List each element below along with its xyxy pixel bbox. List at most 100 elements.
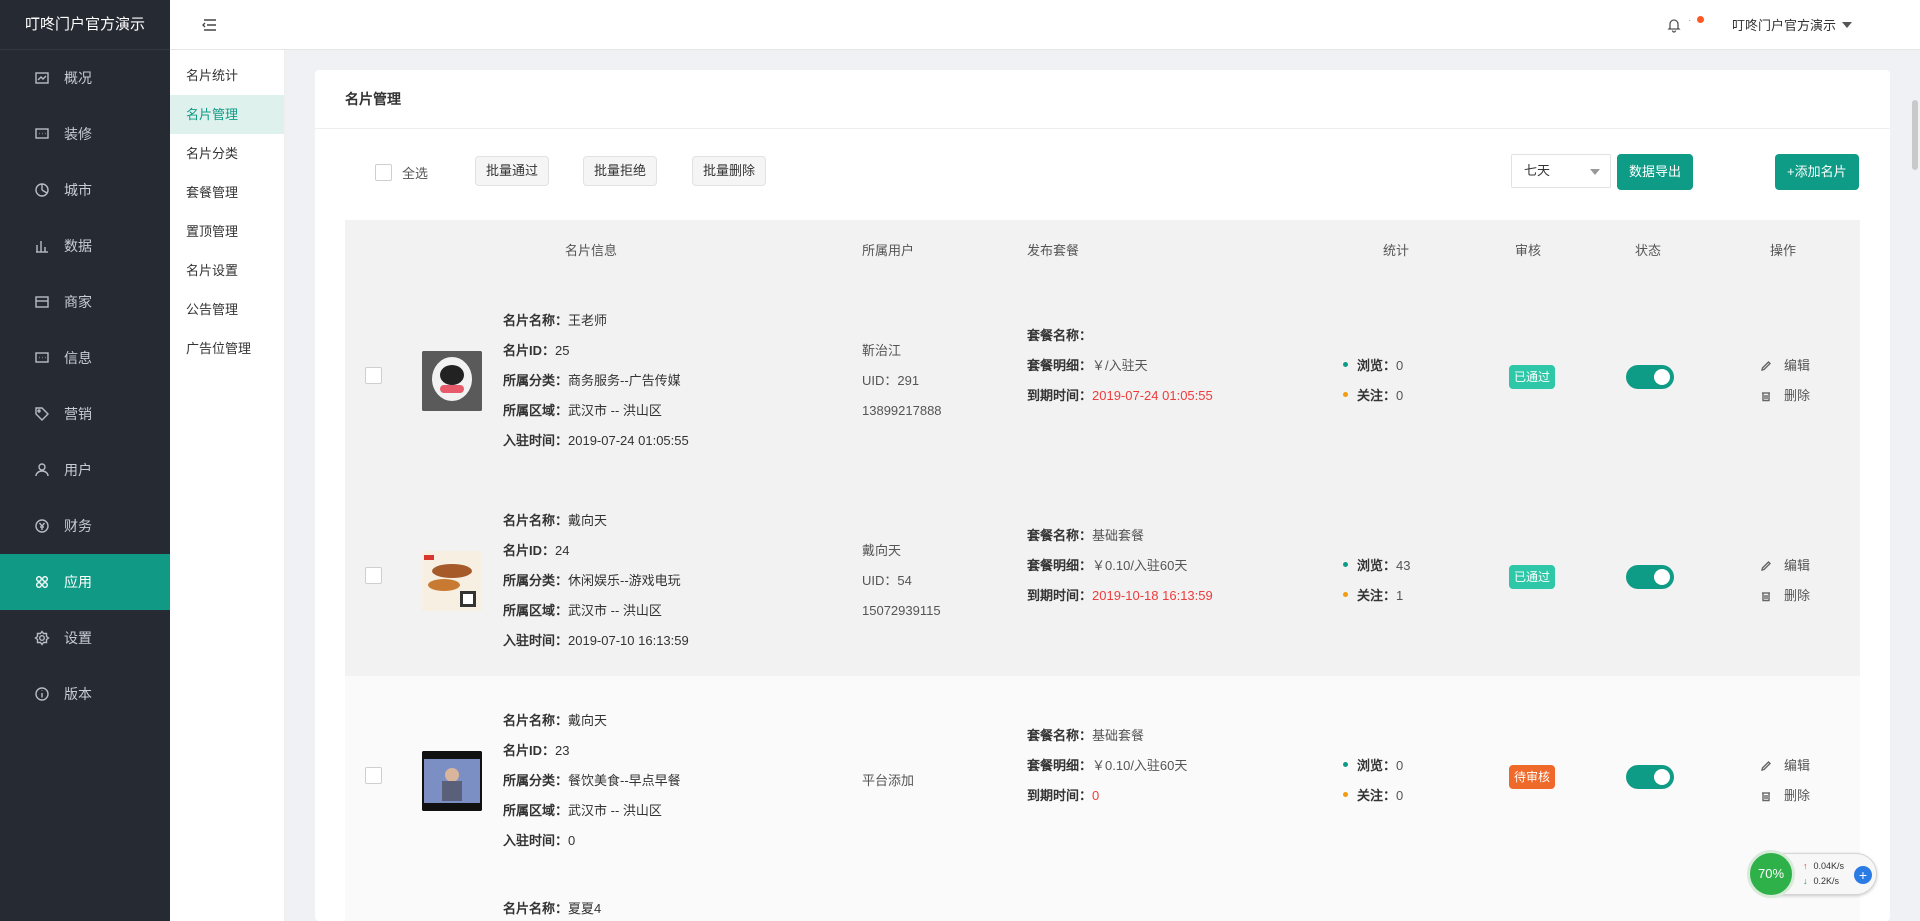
subnav-item[interactable]: 名片管理 (170, 95, 284, 134)
sidebar-item[interactable]: 城市 (0, 162, 170, 218)
content-card: 名片管理 全选 批量通过 批量拒绝 批量删除 七天 数据导出 +添加名片 名片信… (315, 70, 1890, 921)
edit-label: 编辑 (1784, 558, 1811, 573)
owner-user: 戴向天 UID：54 15072939115 (862, 536, 941, 626)
sidebar-item[interactable]: 概况 (0, 50, 170, 106)
row-checkbox[interactable] (365, 367, 382, 384)
owner-user: 平台添加 (862, 766, 914, 796)
page-scrollbar[interactable] (1912, 100, 1918, 170)
export-button[interactable]: 数据导出 (1617, 154, 1694, 190)
pencil-icon (1761, 561, 1771, 571)
delete-button[interactable]: 删除 (1760, 781, 1810, 811)
sidebar-item-label: 设置 (64, 630, 92, 646)
plan-detail: 套餐明细：￥/入驻天 (1027, 351, 1213, 381)
subnav-item[interactable]: 名片分类 (170, 134, 284, 173)
notification-dot (1697, 16, 1704, 23)
bell-icon[interactable] (1666, 17, 1682, 33)
subnav-item[interactable]: 套餐管理 (170, 173, 284, 212)
sidebar-item-label: 应用 (64, 574, 92, 590)
table-body: 靳治江 UID：291 13899217888 套餐名称： 套餐明细：￥/入驻天 到期时间… (345, 276, 1860, 921)
card-name: 名片名称：夏夏4 (503, 894, 601, 921)
delete-label: 删除 (1784, 388, 1811, 403)
status-toggle[interactable] (1626, 765, 1674, 789)
owner-user-line: UID：291 (862, 373, 920, 388)
follows-stat: 关注：0 (1343, 781, 1403, 811)
row-actions: 编辑删除 (1760, 751, 1810, 811)
card-name-label: 名片名称： (503, 313, 569, 328)
info-icon (35, 687, 49, 701)
row-checkbox[interactable] (365, 767, 382, 784)
card-joined: 入驻时间：2019-07-24 01:05:55 (503, 426, 689, 456)
plan-expire-label: 到期时间： (1027, 788, 1093, 803)
sidebar-item[interactable]: 应用 (0, 554, 170, 610)
add-card-button[interactable]: +添加名片 (1775, 154, 1859, 190)
sidebar-item-label: 装修 (64, 126, 92, 142)
plan-detail-label: 套餐明细： (1027, 758, 1093, 773)
card-joined-label: 入驻时间： (503, 833, 569, 848)
col-header-info: 名片信息 (565, 243, 618, 258)
network-speed-widget[interactable]: 70% ↑ 0.04K/s ↓ 0.2K/s + (1747, 850, 1877, 898)
plan-name-label: 套餐名称： (1027, 728, 1093, 743)
status-toggle[interactable] (1626, 565, 1674, 589)
card-region-value: 武汉市 -- 洪山区 (568, 803, 662, 818)
subnav-item[interactable]: 名片统计 (170, 56, 284, 95)
sidebar-item[interactable]: 信息 (0, 330, 170, 386)
delete-button[interactable]: 删除 (1760, 381, 1810, 411)
sidebar-item[interactable]: 版本 (0, 666, 170, 722)
yen-icon (35, 519, 49, 533)
batch-delete-button[interactable]: 批量删除 (692, 156, 767, 186)
edit-button[interactable]: 编辑 (1760, 351, 1810, 381)
sidebar-item[interactable]: 设置 (0, 610, 170, 666)
user-menu[interactable]: 叮咚门户官方演示 (1732, 15, 1853, 34)
stats: 浏览： 0 关注：0 (1343, 751, 1403, 811)
edit-button[interactable]: 编辑 (1760, 551, 1810, 581)
review-status-badge: 已通过 (1509, 565, 1556, 589)
header-separator: · (1688, 15, 1692, 26)
apps-icon (36, 576, 48, 588)
follows-dot (1343, 392, 1348, 398)
net-rates: ↑ 0.04K/s ↓ 0.2K/s (1803, 859, 1844, 889)
sidebar-item[interactable]: 财务 (0, 498, 170, 554)
follows-dot (1343, 592, 1348, 598)
delete-button[interactable]: 删除 (1760, 581, 1810, 611)
card-region-label: 所属区域： (503, 803, 569, 818)
select-all-checkbox[interactable] (375, 163, 392, 181)
period-select[interactable]: 七天 (1511, 154, 1611, 188)
col-header-ops: 操作 (1770, 243, 1797, 258)
card-info: 名片名称：王老师 名片ID：25 所属分类：商务服务--广告传媒 所属区域：武汉市 -… (503, 306, 689, 456)
follows-value: 0 (1396, 788, 1404, 803)
views-dot (1343, 762, 1348, 768)
sidebar-item[interactable]: 数据 (0, 218, 170, 274)
card-joined-value: 2019-07-10 16:13:59 (568, 633, 689, 648)
card-category-label: 所属分类： (503, 573, 569, 588)
subnav-item[interactable]: 广告位管理 (170, 329, 284, 368)
views-label: 浏览： (1357, 558, 1397, 573)
sidebar-item[interactable]: 装修 (0, 106, 170, 162)
subnav-item[interactable]: 名片设置 (170, 251, 284, 290)
batch-reject-button[interactable]: 批量拒绝 (583, 156, 658, 186)
plan-detail-value: ￥0.10/入驻60天 (1092, 558, 1188, 573)
col-header-status: 状态 (1635, 243, 1662, 258)
card-info: 名片名称：夏夏4 (503, 894, 601, 921)
main-sidebar: 叮咚门户官方演示 概况 装修 城市 数据 商家 信息 营销 用户 财务 应用 设置 版本 (0, 0, 170, 921)
subnav-item[interactable]: 置顶管理 (170, 212, 284, 251)
select-all[interactable]: 全选 (375, 154, 428, 190)
card-name-value: 戴向天 (568, 513, 608, 528)
batch-approve-button[interactable]: 批量通过 (475, 156, 550, 186)
status-toggle[interactable] (1626, 365, 1674, 389)
card-info: 名片名称：戴向天 名片ID：24 所属分类：休闲娱乐--游戏电玩 所属区域：武汉市 -… (503, 506, 689, 656)
edit-label: 编辑 (1784, 758, 1811, 773)
row-checkbox[interactable] (365, 567, 382, 584)
sidebar-item[interactable]: 营销 (0, 386, 170, 442)
views-label: 浏览： (1357, 758, 1397, 773)
edit-button[interactable]: 编辑 (1760, 751, 1810, 781)
col-header-stats: 统计 (1383, 243, 1410, 258)
card-joined: 入驻时间：2019-07-10 16:13:59 (503, 626, 689, 656)
table-row: 靳治江 UID：291 13899217888 套餐名称： 套餐明细：￥/入驻天 到期时间… (345, 276, 1860, 476)
card-category-value: 商务服务--广告传媒 (568, 373, 681, 388)
subnav-item[interactable]: 公告管理 (170, 290, 284, 329)
sidebar-item[interactable]: 商家 (0, 274, 170, 330)
user-name: 叮咚门户官方演示 (1732, 18, 1837, 33)
sidebar-item[interactable]: 用户 (0, 442, 170, 498)
menu-collapse-icon[interactable] (200, 16, 218, 34)
plus-icon[interactable]: + (1854, 866, 1872, 884)
